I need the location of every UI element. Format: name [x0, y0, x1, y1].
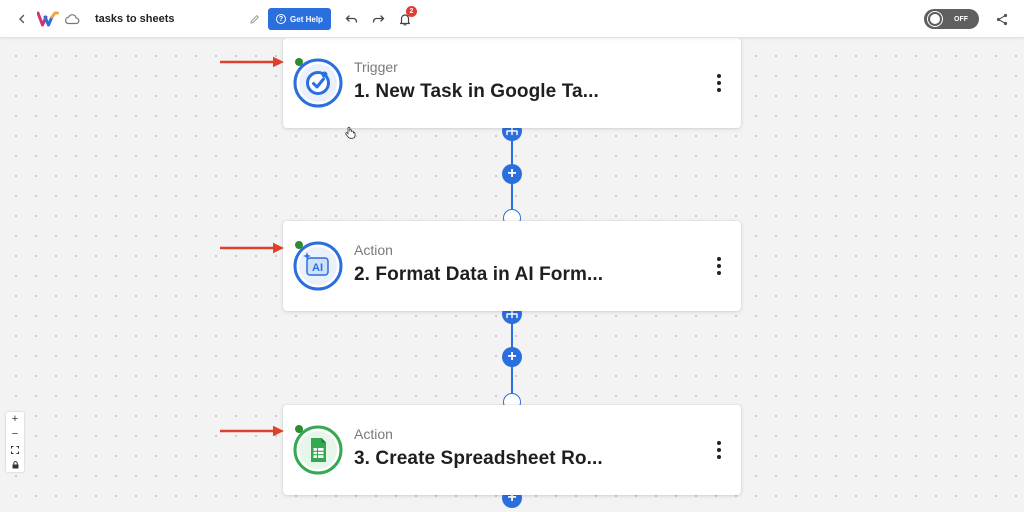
step-type-label: Trigger — [354, 59, 398, 75]
step-menu-kebab-icon[interactable] — [711, 254, 727, 278]
step-status-dot — [295, 58, 303, 66]
help-question-icon: ? — [276, 14, 287, 24]
back-chevron-icon[interactable] — [12, 9, 32, 29]
app-logo-icon[interactable] — [36, 10, 60, 28]
add-step-button[interactable]: + — [502, 347, 522, 367]
step-card-action-format-data[interactable]: AI Action 2. Format Data in AI Form... — [283, 221, 741, 311]
add-step-button[interactable]: + — [502, 164, 522, 184]
annotation-arrow-icon — [220, 425, 284, 437]
step-menu-kebab-icon[interactable] — [711, 438, 727, 462]
fit-view-icon[interactable] — [6, 442, 24, 457]
step-status-dot — [295, 425, 303, 433]
redo-icon[interactable] — [369, 9, 387, 29]
top-bar: tasks to sheets ? Get Help 2 OFF — [0, 0, 1024, 38]
workflow-on-off-toggle[interactable]: OFF — [924, 9, 979, 29]
step-type-label: Action — [354, 242, 393, 258]
zoom-out-button[interactable]: − — [6, 427, 24, 442]
get-help-button[interactable]: ? Get Help — [268, 8, 331, 30]
edit-title-pencil-icon[interactable] — [246, 10, 262, 28]
annotation-arrow-icon — [220, 56, 284, 68]
hand-cursor-icon — [345, 126, 356, 139]
step-title[interactable]: 1. New Task in Google Ta... — [354, 81, 599, 103]
annotation-arrow-icon — [220, 242, 284, 254]
get-help-label: Get Help — [290, 14, 323, 24]
step-menu-kebab-icon[interactable] — [711, 71, 727, 95]
notification-count-badge: 2 — [406, 6, 417, 17]
step-card-trigger[interactable]: Trigger 1. New Task in Google Ta... — [283, 38, 741, 128]
share-icon[interactable] — [993, 9, 1011, 29]
step-status-dot — [295, 241, 303, 249]
step-title[interactable]: 3. Create Spreadsheet Ro... — [354, 448, 603, 470]
canvas-zoom-controls: + − — [6, 412, 24, 472]
toggle-knob — [928, 12, 942, 26]
step-title[interactable]: 2. Format Data in AI Form... — [354, 264, 603, 286]
lock-icon[interactable] — [6, 457, 24, 472]
toggle-state-label: OFF — [954, 15, 968, 23]
cloud-saved-icon — [62, 10, 82, 28]
step-card-action-create-row[interactable]: Action 3. Create Spreadsheet Ro... — [283, 405, 741, 495]
ai-icon-label: AI — [312, 262, 323, 274]
zoom-in-button[interactable]: + — [6, 412, 24, 427]
undo-icon[interactable] — [343, 9, 361, 29]
workflow-title[interactable]: tasks to sheets — [95, 0, 174, 38]
step-type-label: Action — [354, 426, 393, 442]
